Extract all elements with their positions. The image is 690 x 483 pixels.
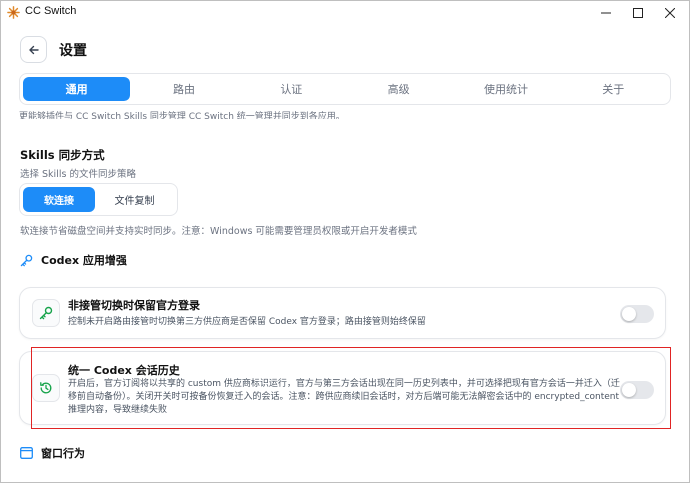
minimize-button[interactable]: [589, 1, 623, 25]
close-icon: [665, 8, 675, 18]
window-icon: [20, 447, 33, 459]
skills-sync-mode-selector: 软连接 文件复制: [19, 183, 178, 216]
codex-enhancement-title: Codex 应用增强: [41, 254, 127, 267]
tab-about[interactable]: 关于: [560, 77, 667, 101]
symlink-option-button[interactable]: 软连接: [23, 187, 95, 212]
scrolled-hint-text: 更能够插件与 CC Switch Skills 同步管理 CC Switch 统…: [19, 112, 345, 119]
maximize-icon: [633, 8, 643, 18]
tab-general[interactable]: 通用: [23, 77, 131, 101]
key-icon: [39, 306, 53, 320]
settings-tabs: 通用 路由 认证 高级 使用统计 关于: [19, 73, 671, 105]
file-copy-option-button[interactable]: 文件复制: [95, 187, 174, 212]
window-behavior-header: 窗口行为: [20, 445, 85, 461]
highlight-box: [31, 347, 671, 429]
app-window: CC Switch 设置 通用 路由 认证 高级 使用统计 关于 更能够插件与 …: [0, 0, 690, 483]
arrow-left-icon: [28, 45, 39, 54]
toggle-knob: [622, 307, 636, 321]
maximize-button[interactable]: [621, 1, 655, 25]
title-bar: CC Switch: [1, 1, 689, 25]
minimize-icon: [601, 12, 611, 14]
skills-sync-title: Skills 同步方式: [20, 148, 105, 162]
app-title: CC Switch: [25, 5, 77, 17]
skills-sync-hint: 软连接节省磁盘空间并支持实时同步。注意：Windows 可能需要管理员权限或开启…: [20, 226, 417, 237]
keep-official-login-card: 非接管切换时保留官方登录 控制未开启路由接管时切换第三方供应商是否保留 Code…: [19, 287, 666, 339]
tab-routing[interactable]: 路由: [130, 77, 237, 101]
codex-enhancement-header: Codex 应用增强: [20, 252, 127, 268]
tab-usage-stats[interactable]: 使用统计: [452, 77, 559, 101]
window-behavior-title: 窗口行为: [41, 447, 85, 460]
page-title: 设置: [59, 43, 87, 59]
key-icon: [20, 254, 33, 266]
close-button[interactable]: [653, 1, 687, 25]
keep-official-login-title: 非接管切换时保留官方登录: [68, 299, 200, 312]
skills-sync-subtitle: 选择 Skills 的文件同步策略: [20, 169, 136, 180]
card-icon-box: [32, 299, 60, 327]
tab-auth[interactable]: 认证: [238, 77, 345, 101]
keep-official-login-toggle[interactable]: [620, 305, 654, 323]
tab-advanced[interactable]: 高级: [345, 77, 452, 101]
app-logo-icon: [7, 6, 20, 19]
back-button[interactable]: [20, 36, 47, 63]
keep-official-login-description: 控制未开启路由接管时切换第三方供应商是否保留 Codex 官方登录；路由接管则始…: [68, 317, 426, 327]
